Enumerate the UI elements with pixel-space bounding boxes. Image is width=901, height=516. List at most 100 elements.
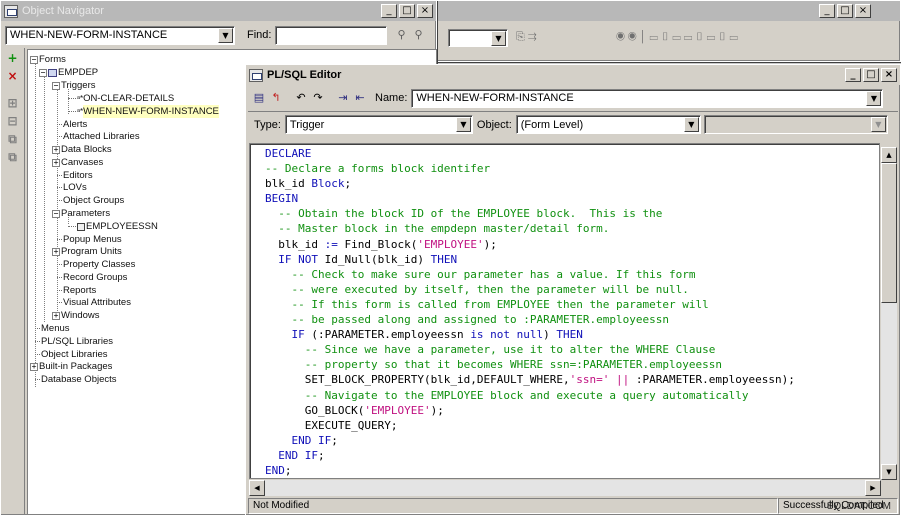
- object-sub-select[interactable]: ▼: [703, 115, 888, 134]
- delete-icon[interactable]: ×: [4, 69, 22, 84]
- trigger-select-value: WHEN-NEW-FORM-INSTANCE: [10, 29, 168, 41]
- create-icon[interactable]: +: [4, 51, 22, 66]
- tree-item-lovs[interactable]: LOVs: [57, 181, 87, 194]
- code-line: -- property so that it becomes WHERE ssn…: [265, 358, 722, 372]
- code-line: DECLARE: [265, 147, 312, 160]
- tree-item-forms[interactable]: − Forms: [30, 53, 66, 66]
- editor-app-icon: [249, 68, 263, 82]
- code-line: -- Check to make sure our parameter has …: [265, 267, 696, 281]
- chevron-down-icon: ▼: [866, 90, 882, 106]
- type-select[interactable]: Trigger ▼: [284, 115, 473, 134]
- code-line: GO_BLOCK('EMPLOYEE');: [265, 403, 444, 417]
- tree-item-built-in-packages[interactable]: + Built-in Packages: [30, 360, 112, 373]
- maximize-button[interactable]: □: [863, 68, 879, 82]
- trigger-select[interactable]: WHEN-NEW-FORM-INSTANCE ▼: [5, 25, 235, 45]
- watermark: SQLDAT.COM: [826, 501, 891, 512]
- chevron-down-icon: ▼: [491, 31, 506, 46]
- vertical-scrollbar[interactable]: ▲ ▼: [881, 147, 897, 480]
- parameter-icon: [77, 222, 85, 231]
- search-backward-icon[interactable]: ⚲: [410, 27, 426, 43]
- plsql-editor-window: PL/SQL Editor _ □ × ▤ ↰ ↶ ↷ ⇥ ⇤ Name: WH…: [245, 64, 901, 516]
- code-line: BEGIN: [265, 192, 299, 206]
- code-line: SET_BLOCK_PROPERTY(blk_id,DEFAULT_WHERE,…: [265, 373, 795, 387]
- maximize-button[interactable]: □: [837, 4, 853, 18]
- chevron-down-icon: ▼: [218, 27, 233, 43]
- background-select[interactable]: ▼: [448, 29, 508, 47]
- collapse-icon[interactable]: ⊟: [4, 114, 22, 129]
- code-line: -- be passed along and assigned to :PARA…: [265, 313, 669, 327]
- object-navigator-titlebar: Object Navigator _ □ ×: [1, 1, 436, 21]
- object-label: Object:: [476, 118, 512, 131]
- code-line: IF NOT Id_Null(blk_id) THEN: [265, 252, 458, 266]
- tree-item-record-groups[interactable]: Record Groups: [57, 271, 127, 284]
- find-input[interactable]: [275, 25, 388, 45]
- indent-icon[interactable]: ⇥: [335, 90, 351, 106]
- undo-icon[interactable]: ↶: [293, 90, 309, 106]
- code-line: -- Since we have a parameter, use it to …: [265, 343, 716, 357]
- tree-item-windows[interactable]: + Windows: [52, 309, 100, 322]
- tree-item-on-clear-details[interactable]: ᵃ* ON-CLEAR-DETAILS: [68, 92, 174, 105]
- code-line: blk_id := Find_Block('EMPLOYEE');: [265, 237, 497, 251]
- scroll-left-icon[interactable]: ◀: [249, 480, 265, 496]
- name-select[interactable]: WHEN-NEW-FORM-INSTANCE ▼: [411, 88, 884, 108]
- code-line: EXECUTE_QUERY;: [265, 418, 398, 432]
- tree-item-object-groups[interactable]: Object Groups: [57, 194, 124, 207]
- tree-item-when-new-form-instance[interactable]: ᵃ* WHEN-NEW-FORM-INSTANCE: [68, 105, 219, 118]
- expand-icon[interactable]: ⊞: [4, 96, 22, 111]
- tree-item-menus[interactable]: Menus: [35, 322, 70, 335]
- expand-all-icon[interactable]: ⧉: [4, 132, 22, 147]
- chevron-down-icon: ▼: [455, 117, 471, 132]
- close-button[interactable]: ×: [881, 68, 897, 82]
- navigator-app-icon: [4, 4, 18, 18]
- window-title: Object Navigator: [22, 5, 104, 17]
- scroll-down-icon[interactable]: ▼: [881, 464, 897, 480]
- close-button[interactable]: ×: [855, 4, 871, 18]
- tree-item-database-objects[interactable]: Database Objects: [35, 373, 117, 386]
- tree-item-program-units[interactable]: + Program Units: [52, 245, 122, 258]
- tree-item-triggers[interactable]: − Triggers: [52, 79, 96, 92]
- code-line: -- If this form is called from EMPLOYEE …: [265, 297, 709, 311]
- tree-item-parameters[interactable]: − Parameters: [52, 207, 110, 220]
- scroll-right-icon[interactable]: ▶: [865, 480, 881, 496]
- tree-item-attached-libraries[interactable]: Attached Libraries: [57, 130, 140, 143]
- tree-item-canvases[interactable]: + Canvases: [52, 156, 103, 169]
- compile-icon[interactable]: ▤: [251, 90, 267, 106]
- find-label: Find:: [247, 29, 272, 41]
- minimize-button[interactable]: _: [381, 4, 397, 18]
- collapse-all-icon[interactable]: ⧉: [4, 150, 22, 165]
- navigator-toolbar: WHEN-NEW-FORM-INSTANCE ▼ Find: ⚲ ⚲: [1, 22, 436, 48]
- type-label: Type:: [254, 118, 281, 131]
- navigator-side-toolbar: + × ⊞ ⊟ ⧉ ⧉: [1, 48, 25, 515]
- tree-item-visual-attributes[interactable]: Visual Attributes: [57, 296, 131, 309]
- minimize-button[interactable]: _: [845, 68, 861, 82]
- toolbar-icons: ⎘ ⇉ ◉ ◉ │ ▭ ▯ ▭ ▭ ▯ ▭ ▯ ▭: [516, 31, 738, 43]
- chevron-down-icon: ▼: [870, 117, 886, 132]
- scroll-up-icon[interactable]: ▲: [881, 147, 897, 163]
- code-line: -- Obtain the block ID of the EMPLOYEE b…: [265, 207, 663, 221]
- object-select[interactable]: (Form Level) ▼: [515, 115, 701, 134]
- search-forward-icon[interactable]: ⚲: [393, 27, 409, 43]
- tree-item-data-blocks[interactable]: + Data Blocks: [52, 143, 112, 156]
- scroll-thumb[interactable]: [881, 163, 897, 303]
- window-title: PL/SQL Editor: [267, 69, 342, 81]
- background-window-titlebar: _ □ ×: [438, 1, 900, 21]
- status-bar: Not Modified Successfully Compiled: [248, 497, 898, 515]
- revert-icon[interactable]: ↰: [268, 90, 284, 106]
- code-line: -- Master block in the empdepn master/de…: [265, 222, 610, 236]
- code-editor[interactable]: DECLARE -- Declare a forms block identife…: [249, 143, 880, 479]
- plsql-editor-titlebar: PL/SQL Editor _ □ ×: [246, 65, 900, 85]
- horizontal-scrollbar[interactable]: ◀ ▶: [249, 480, 881, 496]
- maximize-button[interactable]: □: [399, 4, 415, 18]
- redo-icon[interactable]: ↷: [310, 90, 326, 106]
- outdent-icon[interactable]: ⇤: [352, 90, 368, 106]
- tree-item-empdep[interactable]: − EMPDEP: [39, 66, 98, 79]
- tree-item-employeessn[interactable]: EMPLOYEESSN: [68, 220, 158, 233]
- tree-item-property-classes[interactable]: Property Classes: [57, 258, 135, 271]
- close-button[interactable]: ×: [417, 4, 433, 18]
- code-line: -- Declare a forms block identifer: [265, 162, 491, 176]
- code-line: END IF;: [265, 448, 325, 462]
- form-icon: [48, 68, 57, 77]
- code-line: END IF;: [265, 433, 338, 447]
- minimize-button[interactable]: _: [819, 4, 835, 18]
- tree-item-plsql-libraries[interactable]: PL/SQL Libraries: [35, 335, 113, 348]
